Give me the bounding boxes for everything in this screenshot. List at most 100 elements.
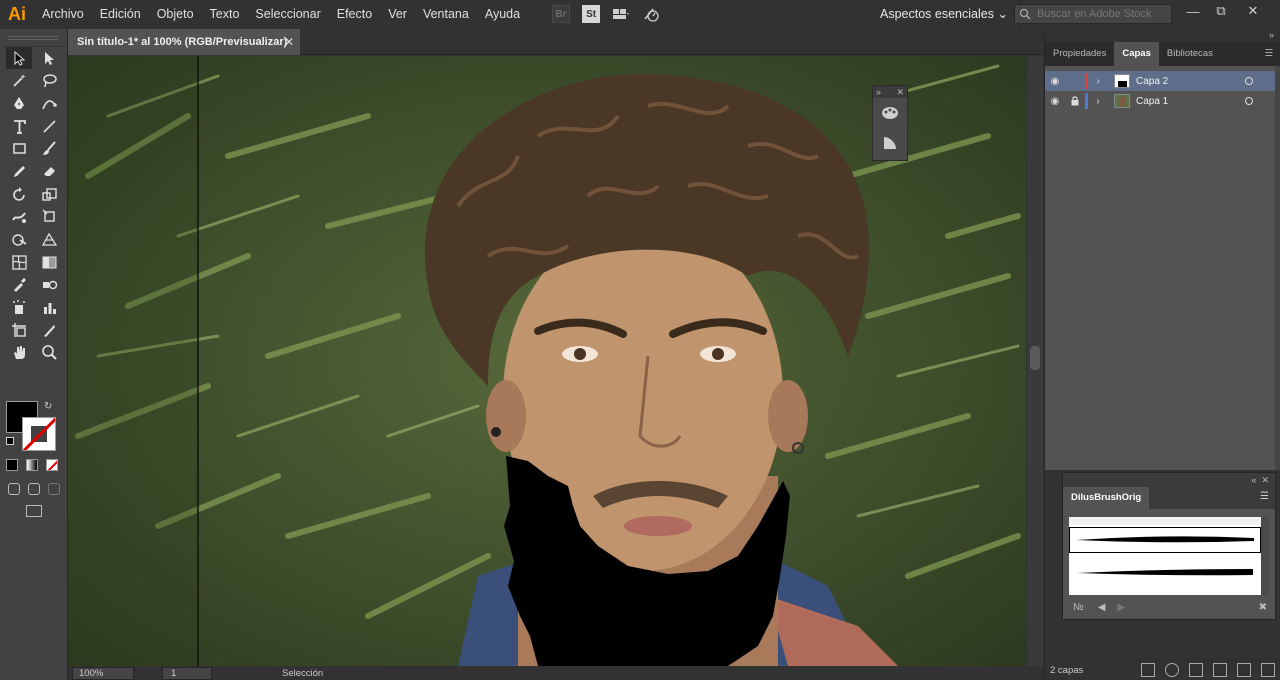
next-library-icon[interactable]: ▶ (1117, 602, 1125, 613)
canvas-vertical-scrollbar[interactable] (1027, 56, 1043, 666)
menu-archivo[interactable]: Archivo (34, 0, 92, 28)
panel-menu-icon[interactable]: ☰ (1256, 42, 1280, 66)
layer-name[interactable]: Capa 1 (1136, 96, 1168, 107)
bridge-button[interactable]: Br (552, 5, 571, 23)
stock-search[interactable] (1014, 4, 1172, 24)
pencil-icon[interactable] (6, 160, 32, 182)
brush-item-selected[interactable] (1069, 527, 1261, 553)
layers-scrollbar[interactable] (1275, 66, 1280, 470)
slice-icon[interactable] (36, 319, 62, 341)
close-icon[interactable]: ✕ (896, 86, 904, 98)
mesh-icon[interactable] (6, 251, 32, 273)
canvas-scroll-thumb[interactable] (1030, 346, 1040, 370)
curvature-icon[interactable] (36, 92, 62, 114)
lock-icon[interactable] (1065, 91, 1085, 111)
tools-grip[interactable] (0, 29, 67, 47)
brush-list-scrollbar[interactable] (1261, 517, 1269, 595)
color-guide-icon[interactable] (873, 98, 907, 128)
close-icon[interactable]: ✕ (1261, 473, 1269, 487)
layer-target-icon[interactable] (1245, 97, 1253, 105)
document-tab[interactable]: Sin título-1* al 100% (RGB/Previsualizar… (68, 29, 300, 55)
swap-fill-stroke-icon[interactable]: ↻ (44, 401, 52, 412)
restore-button[interactable]: ⧉ (1208, 0, 1234, 22)
brush-libraries-menu-icon[interactable]: № (1073, 602, 1084, 613)
symbol-sprayer-icon[interactable] (6, 297, 32, 319)
menu-objeto[interactable]: Objeto (149, 0, 202, 28)
close-tab-icon[interactable]: ✕ (284, 29, 294, 55)
menu-ver[interactable]: Ver (380, 0, 415, 28)
menu-seleccionar[interactable]: Seleccionar (247, 0, 328, 28)
eyedropper-icon[interactable] (6, 274, 32, 296)
current-tool-status[interactable]: Selección (282, 668, 323, 679)
locate-object-icon[interactable] (1165, 663, 1179, 677)
layer-row-capa-1[interactable]: ◉ › Capa 1 (1045, 91, 1275, 111)
column-graph-icon[interactable] (36, 297, 62, 319)
none-mode-icon[interactable] (46, 459, 58, 471)
panel-collapse-icon[interactable]: » (1269, 30, 1274, 40)
export-icon[interactable] (1141, 663, 1155, 677)
hand-icon[interactable] (6, 342, 32, 364)
expand-chevron-icon[interactable]: › (1088, 91, 1108, 111)
shape-builder-icon[interactable] (6, 229, 32, 251)
close-window-button[interactable]: ✕ (1240, 0, 1266, 22)
rotate-icon[interactable] (6, 183, 32, 205)
menu-ayuda[interactable]: Ayuda (477, 0, 528, 28)
layer-row-capa-2[interactable]: ◉ › Capa 2 (1045, 71, 1275, 91)
line-segment-icon[interactable] (36, 115, 62, 137)
artboard-navigator[interactable]: 1 (162, 666, 212, 680)
default-colors-icon[interactable] (6, 437, 14, 445)
new-layer-icon[interactable] (1237, 663, 1251, 677)
menu-ventana[interactable]: Ventana (415, 0, 477, 28)
free-transform-icon[interactable] (36, 206, 62, 228)
direct-selection-icon[interactable] (36, 47, 62, 69)
expand-chevron-icon[interactable]: › (1088, 71, 1108, 91)
rectangle-icon[interactable] (6, 138, 32, 160)
selection-icon[interactable] (6, 47, 32, 69)
brush-tool-icon[interactable]: ✖ (1259, 602, 1267, 613)
scale-icon[interactable] (36, 183, 62, 205)
artboard-icon[interactable] (6, 319, 32, 341)
panel-menu-icon[interactable]: ☰ (1260, 491, 1269, 502)
zoom-icon[interactable] (36, 342, 62, 364)
tab-propiedades[interactable]: Propiedades (1045, 42, 1114, 66)
clipping-mask-icon[interactable] (1189, 663, 1203, 677)
tab-brush-library[interactable]: DilusBrushOrig (1063, 487, 1151, 509)
lasso-icon[interactable] (36, 70, 62, 92)
magic-wand-icon[interactable] (6, 70, 32, 92)
visibility-eye-icon[interactable]: ◉ (1045, 71, 1065, 91)
gradient-mode-icon[interactable] (26, 459, 38, 471)
perspective-grid-icon[interactable] (36, 229, 62, 251)
transparency-icon[interactable] (873, 128, 907, 158)
collapse-icon[interactable]: « (1251, 473, 1256, 487)
type-icon[interactable] (6, 115, 32, 137)
previous-library-icon[interactable]: ◀ (1098, 602, 1106, 613)
minimize-button[interactable]: — (1180, 0, 1206, 22)
delete-layer-icon[interactable] (1261, 663, 1275, 677)
brush-item[interactable] (1069, 517, 1261, 525)
screen-mode-icon[interactable] (26, 505, 42, 517)
gradient-icon[interactable] (36, 251, 62, 273)
layer-name[interactable]: Capa 2 (1136, 76, 1168, 87)
workspace-switcher[interactable]: Aspectos esenciales ⌄ (868, 0, 1021, 28)
draw-behind-icon[interactable] (28, 483, 40, 495)
zoom-dropdown[interactable]: 100% (72, 666, 134, 680)
menu-texto[interactable]: Texto (202, 0, 248, 28)
draw-inside-icon[interactable] (48, 483, 60, 495)
color-mode-icon[interactable] (6, 459, 18, 471)
eraser-icon[interactable] (36, 160, 62, 182)
new-sublayer-icon[interactable] (1213, 663, 1227, 677)
warp-icon[interactable] (6, 206, 32, 228)
brush-item[interactable] (1069, 559, 1261, 585)
stroke-swatch[interactable] (22, 417, 56, 451)
pen-icon[interactable] (6, 92, 32, 114)
layer-target-icon[interactable] (1245, 77, 1253, 85)
floating-panel-header[interactable]: » ✕ (873, 86, 907, 98)
lock-toggle-empty[interactable] (1065, 71, 1085, 91)
menu-efecto[interactable]: Efecto (329, 0, 380, 28)
draw-normal-icon[interactable] (8, 483, 20, 495)
visibility-eye-icon[interactable]: ◉ (1045, 91, 1065, 111)
arrange-documents-icon[interactable] (612, 5, 630, 23)
search-input[interactable] (1037, 8, 1169, 20)
stock-button[interactable]: St (582, 5, 601, 23)
brush-panel-header[interactable]: « ✕ (1063, 473, 1275, 487)
